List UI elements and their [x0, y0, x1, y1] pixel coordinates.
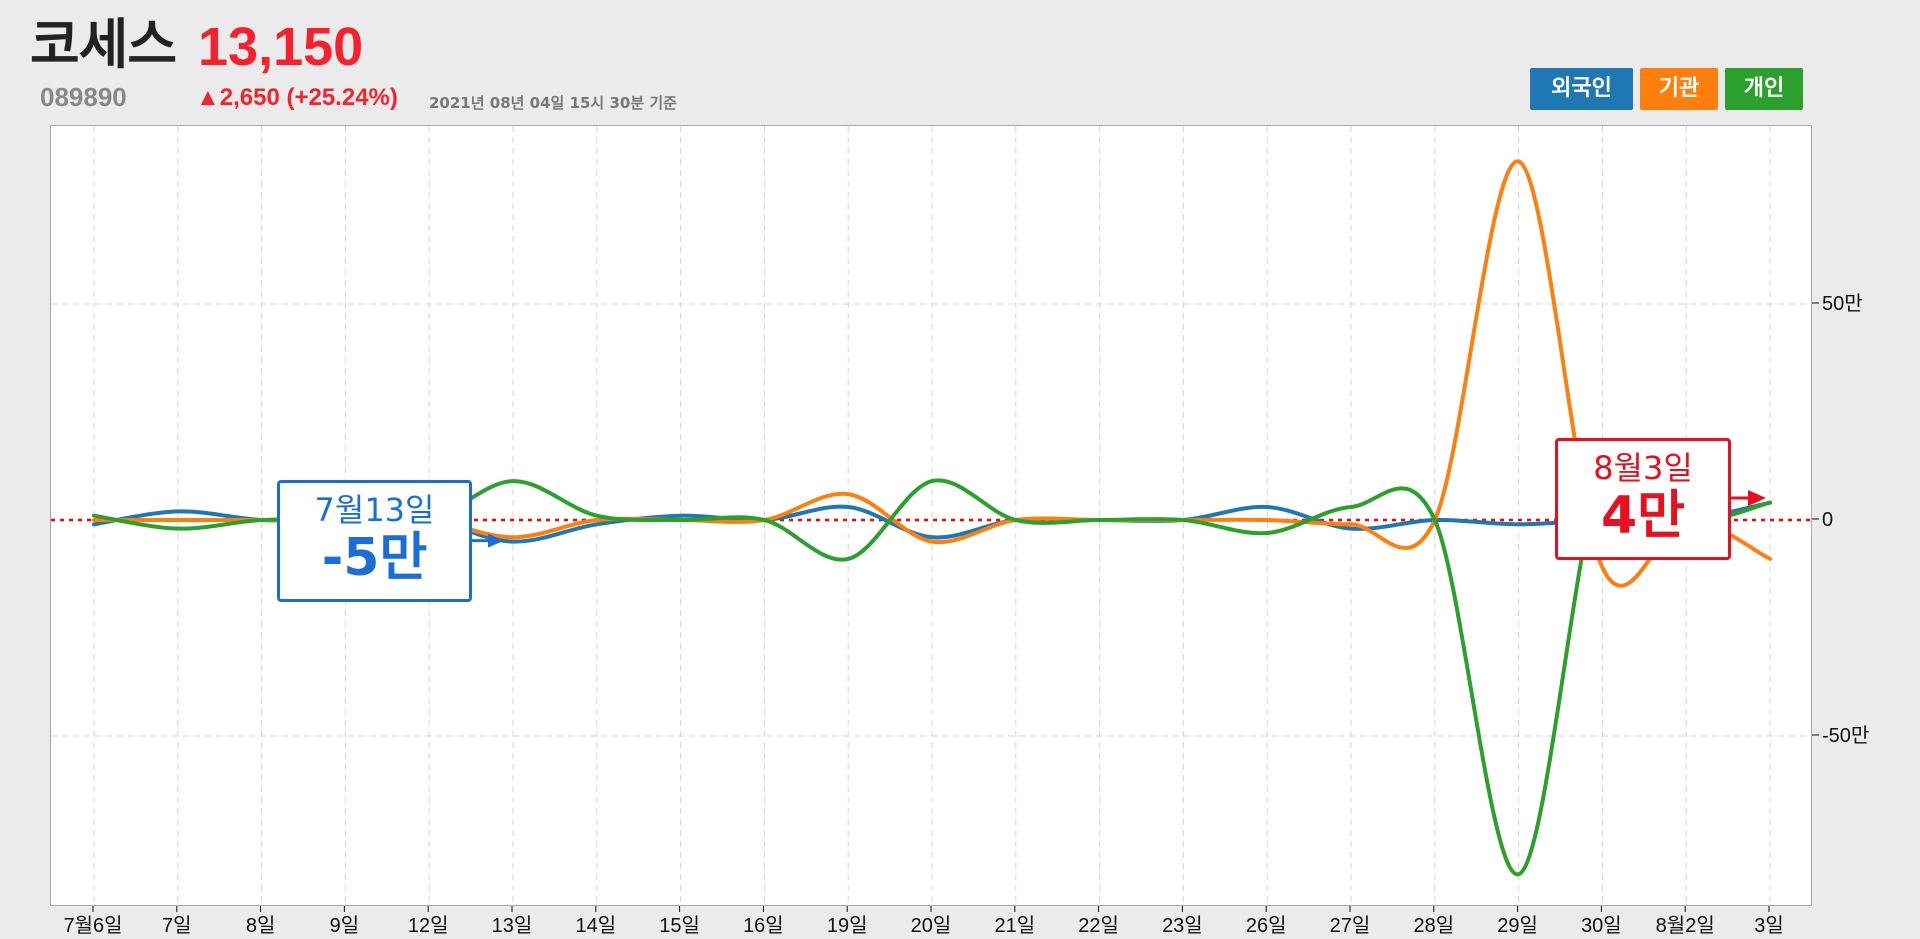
x-tick-label: 7일 — [162, 914, 192, 937]
x-tick-label: 7월6일 — [63, 914, 122, 937]
legend-institution-button[interactable]: 기관 — [1640, 68, 1718, 110]
x-tick-label: 20일 — [911, 914, 952, 937]
x-tick-label: 8일 — [246, 914, 276, 937]
x-tick-label: 9일 — [330, 914, 360, 937]
stock-code: 089890 — [40, 82, 127, 112]
x-tick-label: 30일 — [1581, 914, 1622, 937]
stock-price: 13,150 — [198, 17, 364, 77]
x-tick-label: 27일 — [1330, 914, 1371, 937]
x-tick-label: 12일 — [408, 914, 449, 937]
y-tick-label: 0 — [1822, 509, 1833, 531]
legend-individual-button[interactable]: 개인 — [1725, 68, 1803, 110]
y-tick-label: 50만 — [1822, 292, 1863, 315]
timestamp: 2021년 08년 04일 15시 30분 기준 — [429, 94, 677, 112]
x-tick-label: 21일 — [994, 914, 1035, 937]
x-tick-label: 29일 — [1497, 914, 1538, 937]
stock-name: 코세스 — [30, 13, 177, 76]
y-tick-label: -50만 — [1822, 724, 1869, 747]
x-tick-label: 22일 — [1078, 914, 1119, 937]
annotation-right: 8월3일 4만 — [1555, 438, 1731, 560]
x-tick-label: 14일 — [575, 914, 616, 937]
x-tick-label: 23일 — [1162, 914, 1203, 937]
annotation-right-date: 8월3일 — [1593, 449, 1693, 487]
legend-foreigner-button[interactable]: 외국인 — [1530, 68, 1633, 110]
x-tick-label: 26일 — [1246, 914, 1287, 937]
annotation-left-date: 7월13일 — [314, 491, 435, 529]
x-tick-label: 13일 — [492, 914, 533, 937]
x-tick-label: 3일 — [1754, 914, 1784, 937]
x-tick-label: 15일 — [659, 914, 700, 937]
x-tick-label: 16일 — [743, 914, 784, 937]
x-tick-label: 28일 — [1413, 914, 1454, 937]
annotation-right-value: 4만 — [1600, 486, 1686, 547]
x-tick-label: 8월2일 — [1656, 914, 1715, 937]
annotation-left: 7월13일 -5만 — [277, 480, 472, 602]
price-change: ▲2,650 (+25.24%) — [196, 84, 398, 111]
annotation-left-value: -5만 — [321, 528, 428, 589]
x-tick-label: 19일 — [827, 914, 868, 937]
